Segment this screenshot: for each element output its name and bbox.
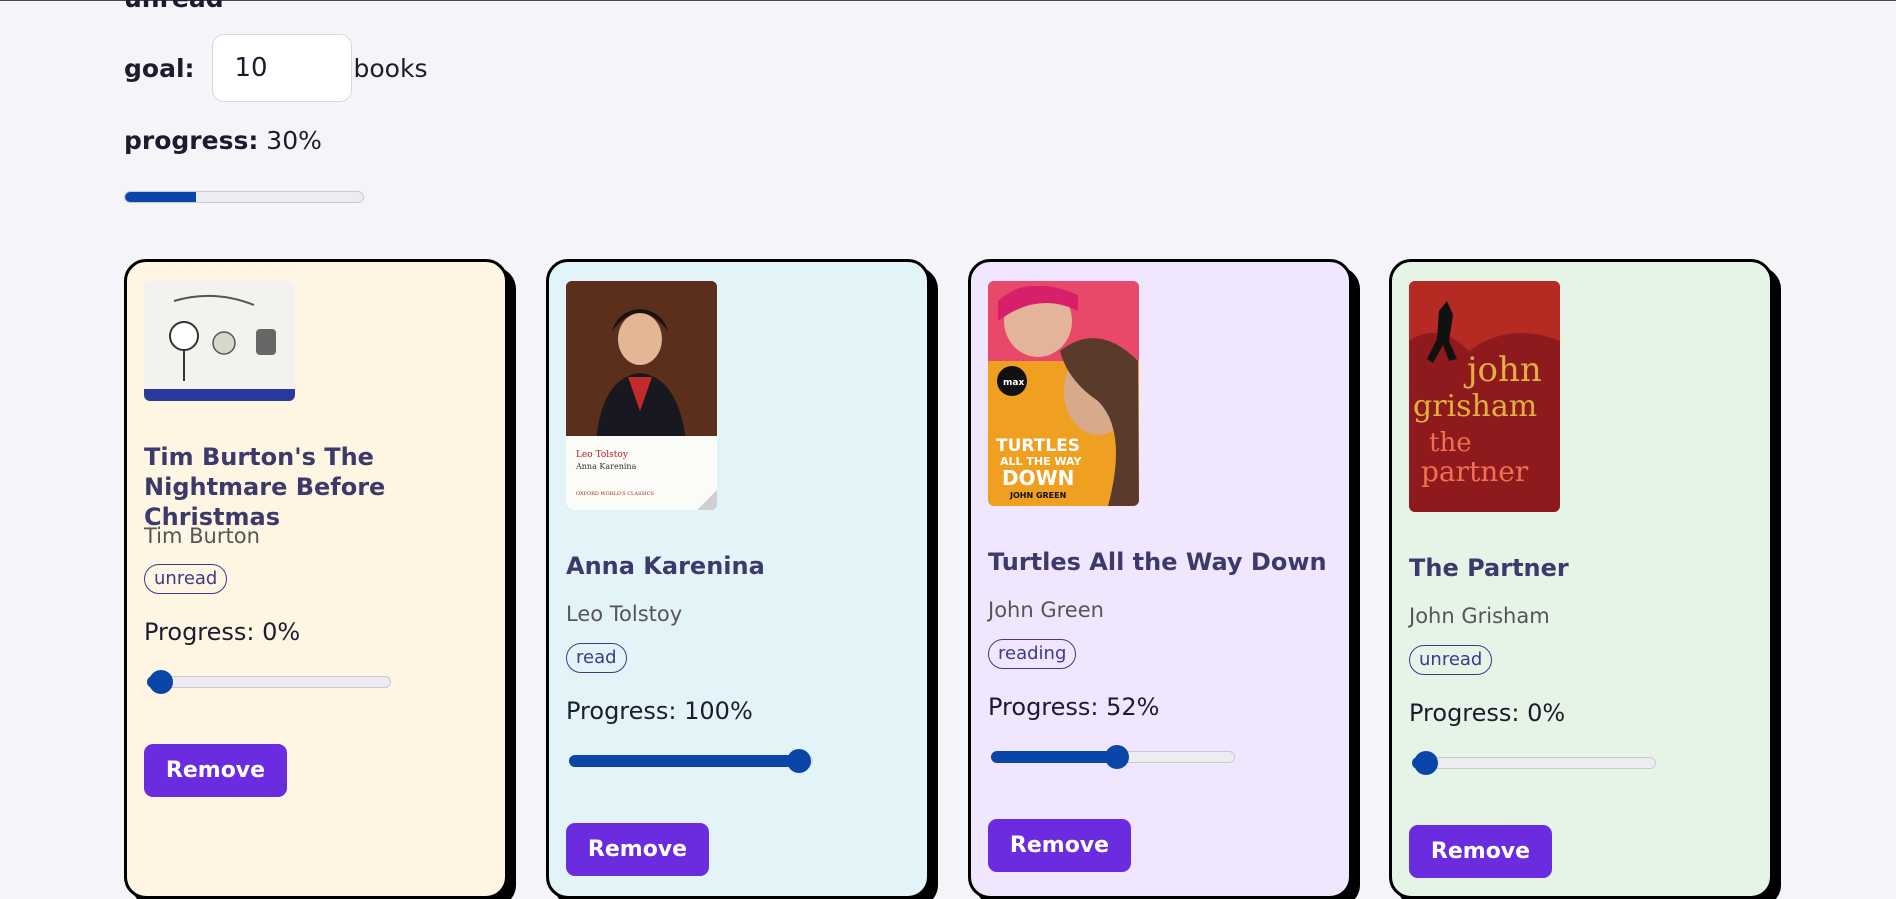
progress-slider[interactable] [569, 749, 813, 773]
top-divider [0, 0, 1896, 1]
book-progress-text: Progress: 0% [144, 618, 301, 646]
progress-label: progress: [124, 126, 259, 155]
status-badge: reading [988, 639, 1077, 669]
slider-thumb[interactable] [1105, 745, 1130, 769]
book-title: The Partner [1409, 554, 1569, 582]
the-partner-cover: john grisham the partner [1409, 281, 1560, 512]
status-badge: unread [1409, 645, 1493, 675]
svg-text:DOWN: DOWN [1002, 466, 1074, 490]
book-author: Leo Tolstoy [566, 602, 683, 626]
svg-text:the: the [1429, 428, 1472, 458]
remove-button[interactable]: Remove [1409, 825, 1552, 878]
filter-label-clipped: unread [124, 0, 224, 13]
svg-text:john: john [1463, 350, 1542, 390]
book-progress-text: Progress: 100% [566, 697, 753, 725]
slider-track [147, 676, 391, 688]
remove-button[interactable]: Remove [988, 819, 1131, 872]
slider-thumb[interactable] [787, 749, 811, 773]
slider-thumb[interactable] [149, 670, 173, 694]
book-card: john grisham the partner The Partner Joh… [1389, 259, 1773, 899]
goal-label: goal: [124, 53, 195, 83]
overall-progress-text: progress: 30% [124, 126, 322, 155]
progress-value: 30% [266, 126, 322, 155]
svg-text:max: max [1003, 378, 1024, 388]
status-badge: read [566, 643, 627, 673]
turtles-all-the-way-down-cover: max TURTLES ALL THE WAY DOWN JOHN GREEN [988, 281, 1139, 506]
anna-karenina-cover: Leo Tolstoy Anna Karenina OXFORD WORLD'S… [566, 281, 717, 510]
slider-fill [569, 755, 799, 767]
svg-text:TURTLES: TURTLES [996, 436, 1080, 456]
slider-thumb[interactable] [1414, 751, 1438, 775]
goal-row: goal: books [124, 34, 427, 102]
progress-slider[interactable] [147, 670, 391, 694]
svg-text:Leo Tolstoy: Leo Tolstoy [576, 450, 629, 460]
svg-text:Anna Karenina: Anna Karenina [575, 462, 637, 471]
book-author: John Grisham [1409, 604, 1550, 628]
book-progress-text: Progress: 52% [988, 693, 1160, 721]
book-title: Anna Karenina [566, 552, 765, 580]
overall-progress-bar [124, 191, 364, 203]
svg-text:OXFORD WORLD'S CLASSICS: OXFORD WORLD'S CLASSICS [576, 491, 655, 497]
book-card: max TURTLES ALL THE WAY DOWN JOHN GREEN … [968, 259, 1352, 899]
goal-input[interactable] [211, 34, 352, 102]
book-card: Leo Tolstoy Anna Karenina OXFORD WORLD'S… [546, 259, 930, 899]
progress-slider[interactable] [991, 745, 1235, 769]
nightmare-before-christmas-cover [144, 281, 295, 401]
overall-progress-fill [125, 192, 197, 202]
status-badge: unread [144, 564, 228, 594]
book-title: Tim Burton's The Nightmare Before Christ… [144, 443, 386, 531]
book-progress-text: Progress: 0% [1409, 699, 1566, 727]
progress-slider[interactable] [1412, 751, 1656, 775]
slider-track [1412, 757, 1656, 769]
book-author: John Green [988, 598, 1104, 622]
book-title: Turtles All the Way Down [988, 548, 1327, 576]
book-author: Tim Burton [144, 524, 260, 548]
slider-fill [991, 751, 1118, 763]
remove-button[interactable]: Remove [144, 744, 287, 797]
remove-button[interactable]: Remove [566, 823, 709, 876]
book-card: Tim Burton's The Nightmare Before Christ… [124, 259, 508, 899]
svg-text:grisham: grisham [1413, 389, 1537, 424]
svg-text:partner: partner [1421, 455, 1529, 488]
svg-text:JOHN GREEN: JOHN GREEN [1009, 491, 1066, 500]
goal-unit: books [353, 53, 428, 83]
